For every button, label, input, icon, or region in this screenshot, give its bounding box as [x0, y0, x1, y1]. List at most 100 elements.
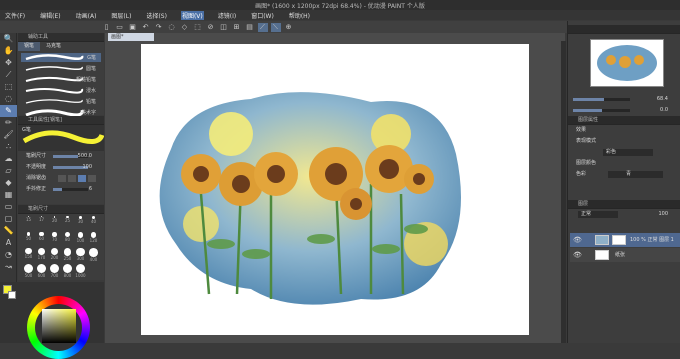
transform-icon[interactable]: ⬚: [193, 23, 203, 32]
navigator-preview[interactable]: [590, 39, 664, 87]
eye-icon[interactable]: 👁: [573, 236, 582, 244]
brush-size-option[interactable]: 50: [22, 232, 35, 248]
tab-pen[interactable]: 钢笔: [18, 42, 41, 51]
brush-size-option[interactable]: 150: [22, 248, 35, 264]
size-label: 40: [90, 219, 97, 225]
brush-size-option[interactable]: 40: [87, 216, 100, 232]
layer-opacity[interactable]: 100: [658, 209, 668, 220]
pen-icon[interactable]: ✎: [0, 105, 17, 117]
navigator-angle-row[interactable]: 0.0: [568, 105, 680, 116]
move-icon[interactable]: ✥: [0, 57, 17, 69]
brush-size-option[interactable]: 70: [48, 232, 61, 248]
menu-layer[interactable]: 图层(L): [110, 11, 132, 20]
text-icon[interactable]: A: [0, 237, 17, 249]
lasso-icon[interactable]: ◌: [0, 93, 17, 105]
snap-grid-icon[interactable]: ⟍: [270, 22, 281, 32]
snap-icon[interactable]: ⊞: [232, 23, 242, 32]
menu-help[interactable]: 帮助(H): [288, 11, 311, 20]
undo-icon[interactable]: ↶: [141, 23, 151, 32]
redo-icon[interactable]: ↷: [154, 23, 164, 32]
hand-icon[interactable]: ✋: [0, 45, 17, 57]
canvas-tab[interactable]: 画图*: [108, 33, 154, 41]
deselect-icon[interactable]: ⊘: [206, 23, 216, 32]
navigator-zoom-row[interactable]: 68.4: [568, 94, 680, 105]
brush-size-option[interactable]: 250: [61, 248, 74, 264]
brush-item-water[interactable]: 浸水: [21, 86, 101, 95]
layer-item-layer-1[interactable]: 👁 100 % 正常 图层 1: [570, 233, 680, 247]
brush-size-option[interactable]: 17: [35, 216, 48, 232]
brush-size-option[interactable]: 30: [74, 216, 87, 232]
figure-icon[interactable]: ▭: [0, 201, 17, 213]
fill-icon[interactable]: ◇: [180, 23, 190, 32]
color-square[interactable]: [42, 309, 76, 343]
brush-size-option[interactable]: 600: [35, 264, 48, 280]
layer-item-paper[interactable]: 👁 纸张: [570, 248, 680, 262]
stabilization-slider[interactable]: [53, 188, 88, 191]
layer-blend-row[interactable]: 正常 100: [568, 209, 680, 220]
brush-size-option[interactable]: 80: [61, 232, 74, 248]
menu-edit[interactable]: 编辑(E): [39, 11, 61, 20]
brush-size-option[interactable]: 300: [74, 248, 87, 264]
ruler-tool-icon[interactable]: 📏: [0, 225, 17, 237]
sub-color-swatch[interactable]: [8, 291, 16, 299]
brush-size-option[interactable]: 170: [35, 248, 48, 264]
brush-size-option[interactable]: 400: [87, 248, 100, 264]
layer-color-row[interactable]: 色彩 青: [568, 169, 680, 180]
eraser-icon[interactable]: ▱: [0, 165, 17, 177]
stabilization-row[interactable]: 手抖修正 6: [18, 184, 104, 195]
menu-animation[interactable]: 动画(A): [75, 11, 98, 20]
pencil-icon[interactable]: ✏: [0, 117, 17, 129]
eyedropper-icon[interactable]: ⟋: [0, 69, 17, 81]
brush-size-option[interactable]: 700: [48, 264, 61, 280]
ruler-icon[interactable]: ▤: [245, 23, 255, 32]
gradient-icon[interactable]: ▦: [0, 189, 17, 201]
brush-size-option[interactable]: 200: [48, 248, 61, 264]
new-file-icon[interactable]: ▯: [102, 23, 112, 32]
brush-item-g-pen[interactable]: G笔: [21, 53, 101, 62]
brush-size-option[interactable]: 60: [35, 232, 48, 248]
zoom-icon[interactable]: 🔍: [0, 33, 17, 45]
clear-icon[interactable]: ◌: [167, 23, 177, 32]
brush-size-option[interactable]: 15: [22, 216, 35, 232]
brush-size-option[interactable]: 120: [87, 232, 100, 248]
open-icon[interactable]: ▭: [115, 23, 125, 32]
brush-item-pencil[interactable]: 铅笔: [21, 97, 101, 106]
snap-ruler-icon[interactable]: ⟋: [257, 22, 268, 32]
menu-window[interactable]: 窗口(W): [250, 11, 275, 20]
menu-filter[interactable]: 滤镜(I): [217, 11, 237, 20]
fill-bucket-icon[interactable]: ◆: [0, 177, 17, 189]
airbrush-icon[interactable]: ∴: [0, 141, 17, 153]
brush-size-option[interactable]: 20: [48, 216, 61, 232]
tab-marker[interactable]: 马克笔: [40, 42, 67, 51]
eye-icon[interactable]: 👁: [573, 251, 582, 259]
invert-icon[interactable]: ◫: [219, 23, 229, 32]
menu-select[interactable]: 选择(S): [145, 11, 168, 20]
brush-size-option[interactable]: 1000: [74, 264, 87, 280]
brush-item-rough-pencil[interactable]: 粗糙铅笔: [21, 75, 101, 84]
opacity-row[interactable]: 不透明度 100: [18, 162, 104, 173]
antialias-row[interactable]: 消除锯齿: [18, 173, 104, 184]
balloon-icon[interactable]: ◔: [0, 249, 17, 261]
frame-icon[interactable]: ▢: [0, 213, 17, 225]
brush-item-round-pen[interactable]: 圆笔: [21, 64, 101, 73]
vertical-scrollbar[interactable]: [561, 41, 566, 343]
brush-size-row[interactable]: 笔刷尺寸 500.0: [18, 151, 104, 162]
brush-icon[interactable]: 🖌: [0, 129, 17, 141]
correction-icon[interactable]: ↝: [0, 261, 17, 273]
brush-size-option[interactable]: 800: [61, 264, 74, 280]
selection-icon[interactable]: ⬚: [0, 81, 17, 93]
save-icon[interactable]: ▣: [128, 23, 138, 32]
antialias-options[interactable]: [58, 175, 96, 182]
snap-special-icon[interactable]: ⊕: [284, 23, 294, 32]
menu-bar: 文件(F) 编辑(E) 动画(A) 图层(L) 选择(S) 视图(V) 滤镜(I…: [0, 10, 680, 20]
menu-view[interactable]: 视图(V): [180, 10, 204, 20]
menu-file[interactable]: 文件(F): [4, 11, 26, 20]
layer-blend-select[interactable]: 正常: [578, 211, 618, 218]
blend-select[interactable]: 彩色: [568, 147, 680, 158]
canvas-paper[interactable]: [141, 44, 529, 335]
brush-size-option[interactable]: 25: [61, 216, 74, 232]
blend-icon[interactable]: ☁: [0, 153, 17, 165]
brush-size-option[interactable]: 500: [22, 264, 35, 280]
brush-size-option[interactable]: 100: [74, 232, 87, 248]
size-label: 700: [50, 273, 59, 278]
